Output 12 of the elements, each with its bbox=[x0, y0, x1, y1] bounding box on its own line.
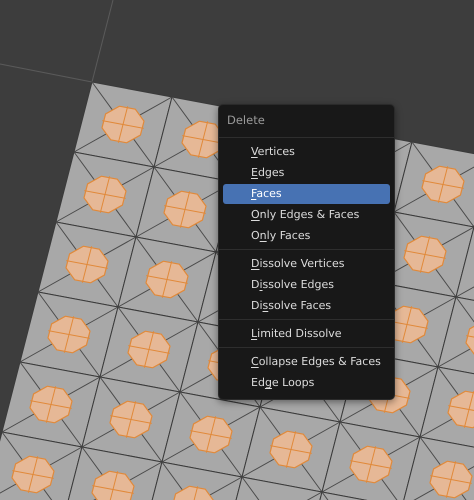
menu-item[interactable]: Dissolve Faces bbox=[223, 296, 390, 316]
menu-item[interactable]: Edges bbox=[223, 163, 390, 183]
menu-item[interactable]: Vertices bbox=[223, 142, 390, 162]
menu-title: Delete bbox=[226, 112, 266, 129]
menu-item[interactable]: Dissolve Vertices bbox=[223, 254, 390, 274]
menu-item[interactable]: Limited Dissolve bbox=[223, 324, 390, 344]
menu-item[interactable]: Dissolve Edges bbox=[223, 275, 390, 295]
menu-item[interactable]: Only Faces bbox=[223, 226, 390, 246]
menu-item[interactable]: Edge Loops bbox=[223, 373, 390, 393]
menu-item[interactable]: Faces bbox=[223, 184, 390, 204]
menu-item[interactable]: Only Edges & Faces bbox=[223, 205, 390, 225]
menu-item[interactable]: Collapse Edges & Faces bbox=[223, 352, 390, 372]
